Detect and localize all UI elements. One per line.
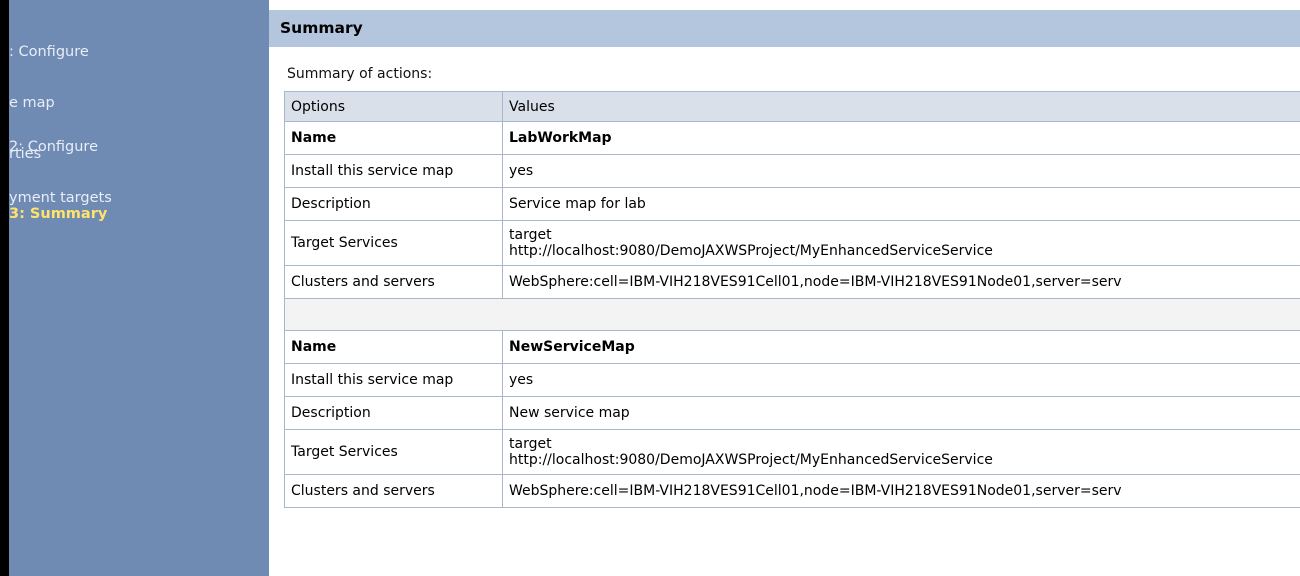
option-label: Target Services [284, 429, 503, 475]
table-row: Install this service map yes [284, 363, 1300, 397]
table-row: Clusters and servers WebSphere:cell=IBM-… [284, 265, 1300, 299]
option-value: yes [502, 154, 1300, 188]
option-label: Name [284, 330, 503, 364]
table-separator-row [284, 298, 1300, 331]
option-label: Description [284, 187, 503, 221]
table-row: Description Service map for lab [284, 187, 1300, 221]
step-summary-current[interactable]: 3: Summary [9, 172, 107, 257]
main-panel: Summary Summary of actions: Options Valu… [269, 0, 1300, 576]
column-header-values: Values [502, 91, 1300, 122]
step-label-line: : Configure [9, 44, 89, 60]
summary-caption: Summary of actions: [287, 66, 433, 82]
page-title: Summary [280, 19, 363, 37]
summary-table: Options Values Name LabWorkMap Install t… [284, 91, 1300, 508]
option-value: New service map [502, 396, 1300, 430]
target-url: http://localhost:9080/DemoJAXWSProject/M… [509, 452, 993, 468]
option-label: Target Services [284, 220, 503, 266]
table-row: Name NewServiceMap [284, 330, 1300, 364]
target-name: target [509, 227, 552, 243]
table-row: Target Services target http://localhost:… [284, 429, 1300, 475]
option-value: WebSphere:cell=IBM-VIH218VES91Cell01,nod… [502, 474, 1300, 508]
table-row: Clusters and servers WebSphere:cell=IBM-… [284, 474, 1300, 508]
option-value: target http://localhost:9080/DemoJAXWSPr… [502, 220, 1300, 266]
separator-cell [284, 298, 1300, 331]
step-label-line: 3: Summary [9, 206, 108, 222]
wizard-steps-sidebar: : Configure e map rties 2: Configure yme… [9, 0, 269, 576]
target-name: target [509, 436, 552, 452]
column-header-options: Options [284, 91, 503, 122]
table-row: Name LabWorkMap [284, 121, 1300, 155]
window-edge [0, 0, 9, 576]
option-label: Name [284, 121, 503, 155]
option-value: target http://localhost:9080/DemoJAXWSPr… [502, 429, 1300, 475]
section-header: Summary [269, 10, 1300, 47]
option-value: Service map for lab [502, 187, 1300, 221]
target-url: http://localhost:9080/DemoJAXWSProject/M… [509, 243, 993, 259]
option-label: Install this service map [284, 154, 503, 188]
option-label: Install this service map [284, 363, 503, 397]
option-label: Clusters and servers [284, 474, 503, 508]
option-value: NewServiceMap [502, 330, 1300, 364]
table-row: Description New service map [284, 396, 1300, 430]
table-row: Install this service map yes [284, 154, 1300, 188]
table-header-row: Options Values [284, 91, 1300, 122]
option-value: WebSphere:cell=IBM-VIH218VES91Cell01,nod… [502, 265, 1300, 299]
table-row: Target Services target http://localhost:… [284, 220, 1300, 266]
step-label-line: 2: Configure [9, 139, 98, 155]
option-value: yes [502, 363, 1300, 397]
option-label: Description [284, 396, 503, 430]
option-label: Clusters and servers [284, 265, 503, 299]
option-value: LabWorkMap [502, 121, 1300, 155]
